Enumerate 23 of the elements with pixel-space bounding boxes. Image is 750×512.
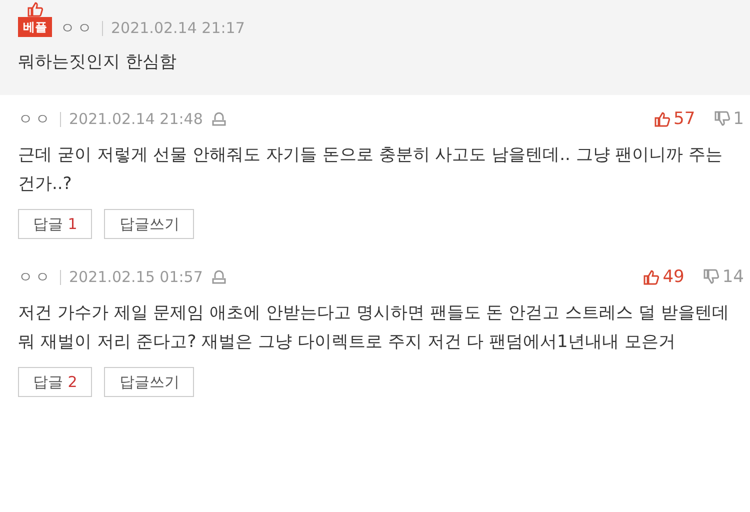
- reply-button[interactable]: 답글 2: [18, 367, 92, 397]
- like-count: 57: [674, 109, 696, 129]
- author-name: ㅇㅇ: [18, 268, 52, 286]
- comment-date: 2021.02.14 21:17: [111, 19, 245, 37]
- thumbs-up-icon[interactable]: [642, 269, 660, 285]
- comment-text: 저건 가수가 제일 문제임 애초에 안받는다고 명시하면 팬들도 돈 안걷고 스트레스 덜 받을텐데 뭐 재벌이 저리 준다고? 재벌은 그냥 다이렉트로 주지 저건 다 팬덤에서1년내내 모은거: [18, 302, 730, 354]
- reply-button[interactable]: 답글 1: [18, 209, 92, 239]
- like-count: 49: [662, 267, 684, 287]
- comment-text: 뭐하는짓인지 한심함: [18, 51, 178, 74]
- comment-date: 2021.02.15 01:57: [69, 268, 203, 286]
- author-name: ㅇㅇ: [60, 18, 94, 38]
- thumbs-down-icon[interactable]: [713, 111, 732, 127]
- comment-date: 2021.02.14 21:48: [69, 110, 203, 128]
- best-badge: 베플: [18, 17, 52, 37]
- thumbs-up-icon[interactable]: [652, 111, 671, 127]
- comment-text: 근데 굳이 저렇게 선물 안해줘도 자기들 돈으로 충분히 사고도 남을텐데.. 그냥 팬이니까 주는건가..?: [18, 144, 724, 196]
- dislike-count: 1: [733, 109, 744, 129]
- dislike-count: 14: [722, 267, 744, 287]
- author-name: ㅇㅇ: [18, 110, 52, 128]
- thumbs-down-icon[interactable]: [702, 269, 720, 285]
- write-reply-button[interactable]: 답글쓰기: [104, 209, 194, 239]
- thumbs-up-icon: [26, 1, 44, 17]
- write-reply-button[interactable]: 답글쓰기: [104, 367, 194, 397]
